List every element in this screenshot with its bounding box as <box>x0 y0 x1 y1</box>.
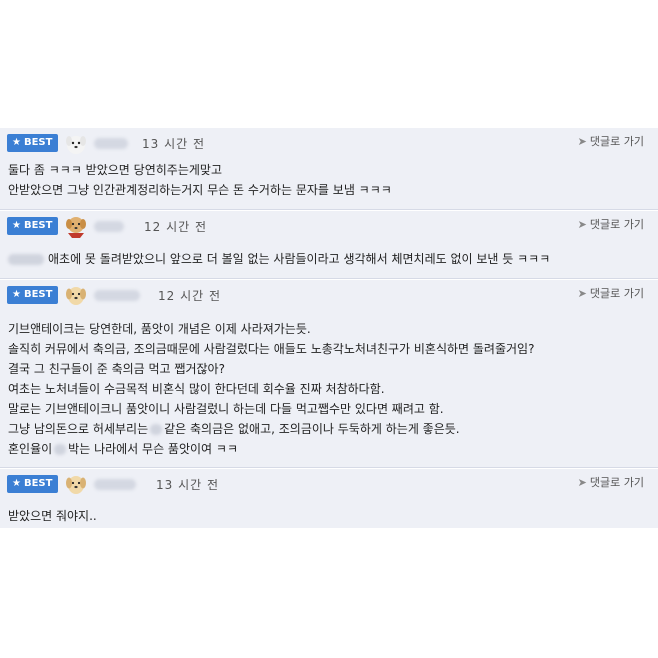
reply-link[interactable]: ➤ 댓글로 가기 <box>578 285 644 301</box>
comment-body: 둘다 좀 ㅋㅋㅋ 받았으면 당연히주는게맞고 안받았으면 그냥 인간관계정리하는… <box>8 160 392 200</box>
comment-header: ★ BEST 12 시간 전 ➤ 댓글로 가기 <box>0 211 658 241</box>
reply-arrow-icon: ➤ <box>577 476 587 489</box>
blurred-username[interactable] <box>94 138 128 149</box>
comment-time: 13 시간 전 <box>156 478 220 492</box>
reply-arrow-icon: ➤ <box>577 218 587 231</box>
blurred-text <box>54 444 67 455</box>
blurred-username[interactable] <box>94 479 136 490</box>
blurred-text <box>8 254 44 265</box>
comment-header: ★ BEST 13 시간 전 ➤ 댓글로 가기 <box>0 128 658 158</box>
comment-line: 말로는 기브앤테이크니 품앗이니 사람걸렀니 하는데 다들 먹고쨉수만 있다면 … <box>8 402 444 416</box>
best-badge: ★ BEST <box>7 286 59 304</box>
comment-time: 12 시간 전 <box>144 220 208 234</box>
reply-link[interactable]: ➤ 댓글로 가기 <box>578 133 644 149</box>
comment-header: ★ BEST 12 시간 전 ➤ 댓글로 가기 <box>0 280 658 310</box>
comment-time: 12 시간 전 <box>158 289 222 303</box>
comment-line: 결국 그 친구들이 준 축의금 먹고 쨉거잖아? <box>8 362 225 376</box>
best-badge: ★ BEST <box>7 475 59 493</box>
comment-line: 애초에 못 돌려받았으니 앞으로 더 볼일 없는 사람들이라고 생각해서 체면치… <box>48 252 551 266</box>
comment-item: ★ BEST 13 시간 전 ➤ 댓글로 가기 둘다 좀 ㅋㅋㅋ 받았으면 당연히주… <box>0 128 658 210</box>
comment-time: 13 시간 전 <box>142 137 206 151</box>
comment-line: 받았으면 줘야지.. <box>8 509 97 523</box>
comment-line: 같은 축의금은 없애고, 조의금이나 두둑하게 하는게 좋은듯. <box>164 422 460 436</box>
reply-link[interactable]: ➤ 댓글로 가기 <box>578 474 644 490</box>
comment-line: 솔직히 커뮤에서 축의금, 조의금때문에 사람걸렀다는 애들도 노총각노처녀친구… <box>8 342 535 356</box>
comment-body: 애초에 못 돌려받았으니 앞으로 더 볼일 없는 사람들이라고 생각해서 체면치… <box>8 249 550 269</box>
comment-line: 박는 나라에서 무슨 품앗이여 ㅋㅋ <box>68 442 238 456</box>
star-icon: ★ <box>12 137 21 148</box>
blurred-username[interactable] <box>94 290 140 301</box>
comment-line: 혼인율이 <box>8 442 53 456</box>
white-dog-avatar-icon[interactable] <box>64 131 88 155</box>
comment-item: ★ BEST 12 시간 전 ➤ 댓글로 가기 기브앤테이크는 당연한데, 품앗이 … <box>0 280 658 468</box>
comment-line: 기브앤테이크는 당연한데, 품앗이 개념은 이제 사라져가는듯. <box>8 322 311 336</box>
reply-link[interactable]: ➤ 댓글로 가기 <box>578 216 644 232</box>
golden-puppy-avatar-icon[interactable] <box>64 472 88 496</box>
best-badge: ★ BEST <box>7 134 59 152</box>
star-icon: ★ <box>12 478 21 489</box>
blurred-text <box>150 424 163 435</box>
comment-line: 여초는 노처녀들이 수금목적 비혼식 많이 한다던데 회수율 진짜 처참하다함. <box>8 382 385 396</box>
puppy-red-scarf-avatar-icon[interactable] <box>64 214 88 238</box>
reply-arrow-icon: ➤ <box>577 287 587 300</box>
star-icon: ★ <box>12 220 21 231</box>
comment-item: ★ BEST 13 시간 전 ➤ 댓글로 가기 받았으면 줘야지.. <box>0 469 658 528</box>
comment-item: ★ BEST 12 시간 전 ➤ 댓글로 가기 애초에 못 돌려받았으니 앞으로 더… <box>0 211 658 279</box>
comment-line: 둘다 좀 ㅋㅋㅋ 받았으면 당연히주는게맞고 <box>8 163 222 177</box>
blurred-username[interactable] <box>94 221 124 232</box>
comment-header: ★ BEST 13 시간 전 ➤ 댓글로 가기 <box>0 469 658 499</box>
comment-line: 그냥 남의돈으로 허세부리는 <box>8 422 149 436</box>
golden-puppy-avatar-icon[interactable] <box>64 283 88 307</box>
comment-line: 안받았으면 그냥 인간관계정리하는거지 무슨 돈 수거하는 문자를 보냄 ㅋㅋㅋ <box>8 183 392 197</box>
star-icon: ★ <box>12 289 21 300</box>
comment-body: 기브앤테이크는 당연한데, 품앗이 개념은 이제 사라져가는듯. 솔직히 커뮤에… <box>8 319 534 459</box>
best-badge: ★ BEST <box>7 217 59 235</box>
reply-arrow-icon: ➤ <box>577 135 587 148</box>
comment-body: 받았으면 줘야지.. <box>8 506 97 526</box>
